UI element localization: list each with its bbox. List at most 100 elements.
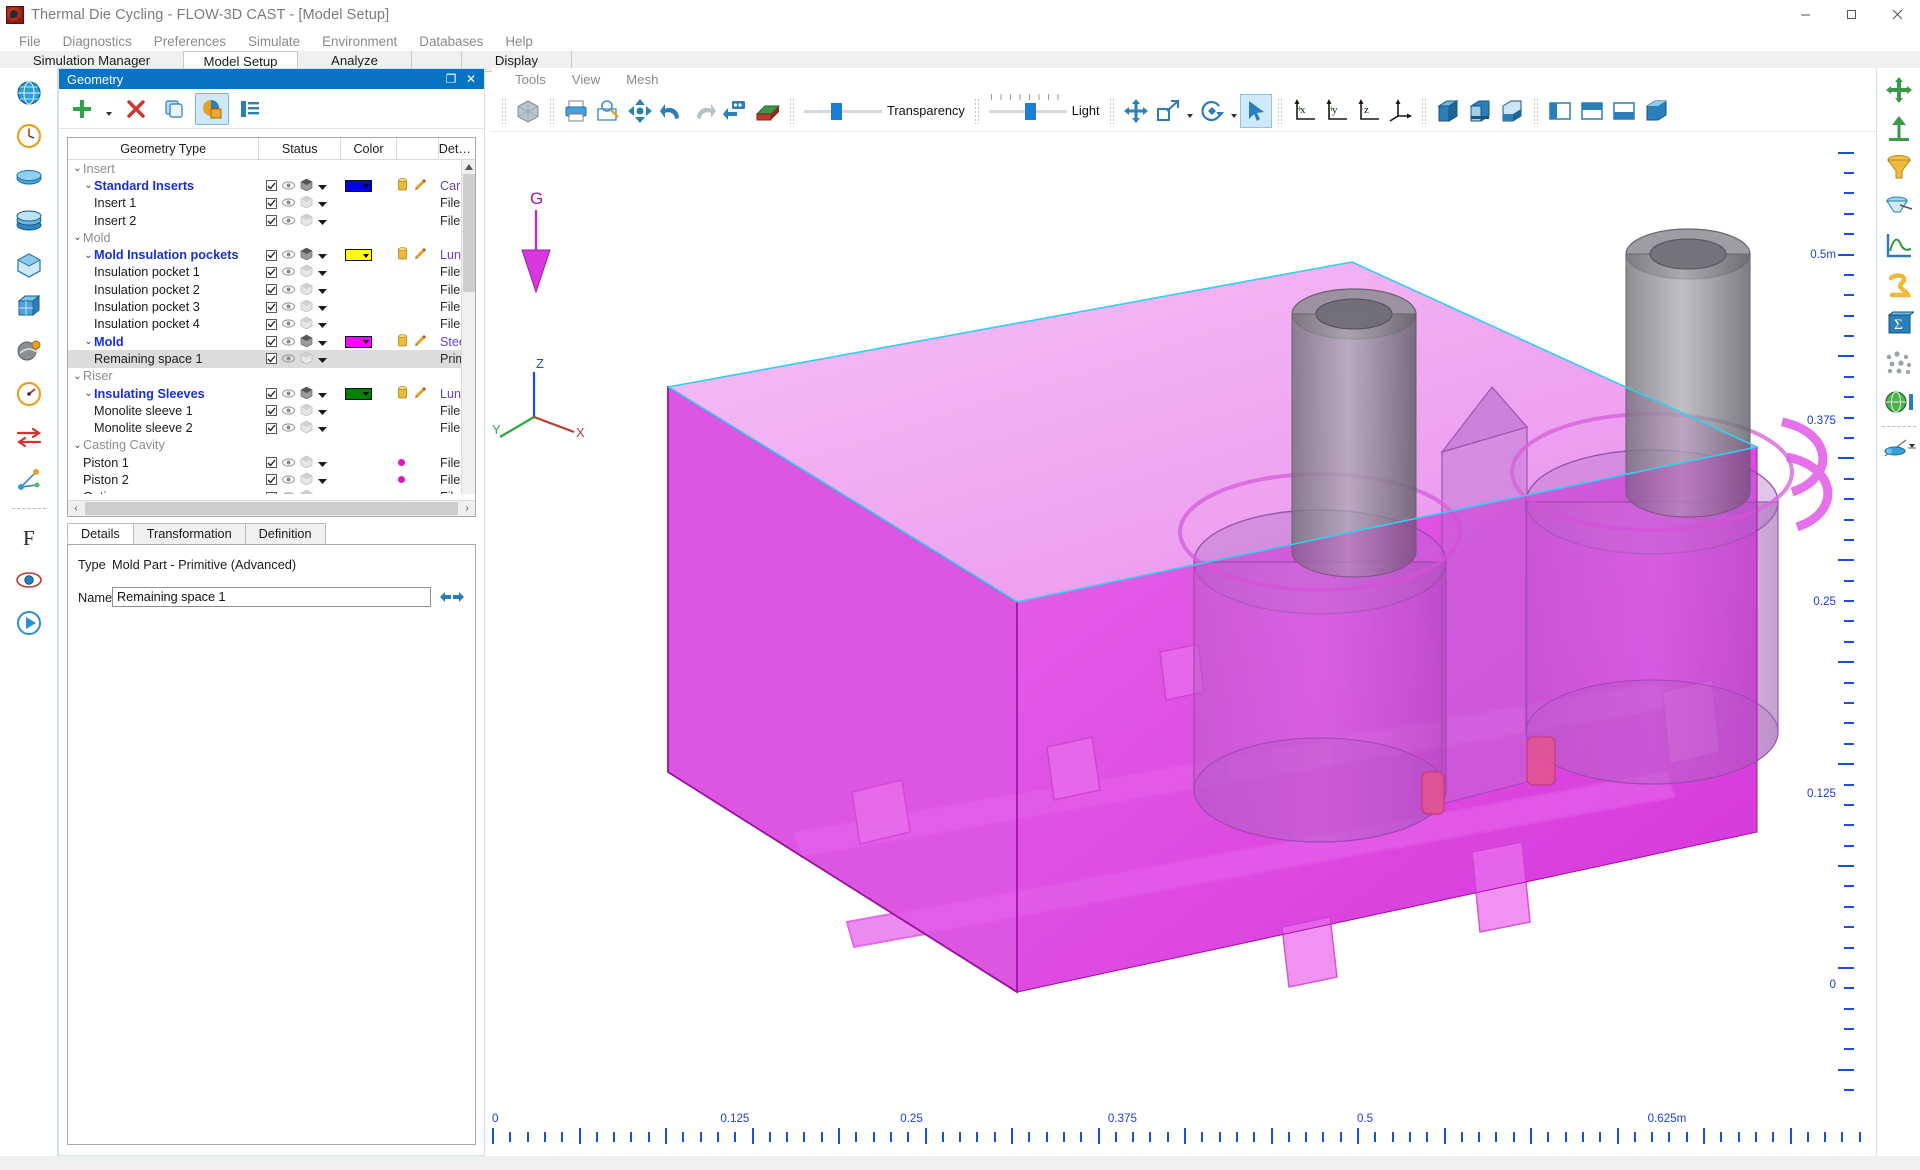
solid-cube-icon[interactable]: [300, 334, 313, 350]
solid-cube-icon[interactable]: [300, 299, 313, 315]
tree-row-checkbox[interactable]: [266, 353, 277, 364]
tree-row-checkbox[interactable]: [266, 250, 277, 261]
rail-arrows-icon[interactable]: [10, 418, 48, 456]
solid-cube-icon[interactable]: [300, 316, 313, 332]
menu-preferences[interactable]: Preferences: [143, 32, 237, 51]
tree-scroll-left-button[interactable]: ‹: [68, 503, 84, 514]
tree-row-checkbox[interactable]: [266, 302, 277, 313]
visibility-eye-icon[interactable]: [282, 490, 295, 494]
chevron-down-icon[interactable]: [318, 421, 327, 435]
rail-fluid-icon[interactable]: [10, 160, 48, 198]
tree-row-checkbox[interactable]: [266, 198, 277, 209]
clip-button[interactable]: [752, 94, 784, 128]
select-button[interactable]: [1240, 94, 1272, 128]
pan-button[interactable]: [1120, 94, 1152, 128]
tree-row[interactable]: Piston 1File: Pisto: [68, 454, 461, 471]
fit-view-button[interactable]: [624, 94, 656, 128]
rrail-pour-icon[interactable]: [1881, 189, 1917, 225]
tree-row-checkbox[interactable]: [266, 319, 277, 330]
properties-button[interactable]: [233, 93, 267, 125]
toolbar-grip-4[interactable]: [974, 98, 980, 124]
rail-ball-icon[interactable]: [10, 332, 48, 370]
color-swatch[interactable]: [345, 249, 372, 261]
visibility-eye-icon[interactable]: [282, 404, 295, 418]
tree-scroll-up-button[interactable]: [462, 160, 475, 174]
tree-row[interactable]: ⌄Mold Insulation pocketsLungen (I: [68, 246, 461, 263]
tree-row-color[interactable]: [342, 388, 398, 400]
add-geometry-caret[interactable]: [103, 93, 115, 125]
chevron-down-icon[interactable]: ⌄: [72, 163, 83, 174]
3d-scene[interactable]: G Z Y X: [492, 132, 1876, 1170]
shade-section-button[interactable]: [1464, 94, 1496, 128]
rail-clock-icon[interactable]: [10, 117, 48, 155]
chevron-down-icon[interactable]: ⌄: [72, 232, 83, 243]
tree-row[interactable]: Insulation pocket 4File: Insul: [68, 316, 461, 333]
tree-horizontal-scrollbar[interactable]: ‹ ›: [68, 500, 475, 516]
view-box-1-button[interactable]: [1544, 94, 1576, 128]
rail-geometry-icon[interactable]: [10, 246, 48, 284]
color-swatch[interactable]: [345, 388, 372, 400]
tree-hscroll-thumb[interactable]: [85, 502, 458, 515]
viewport-menu-mesh[interactable]: Mesh: [613, 72, 671, 87]
chevron-down-icon[interactable]: [318, 456, 327, 470]
visibility-eye-icon[interactable]: [282, 196, 295, 210]
rrail-import-icon[interactable]: [1881, 111, 1917, 147]
solid-cube-icon[interactable]: [300, 472, 313, 488]
tree-row[interactable]: Remaining space 1Primitive: [68, 350, 461, 367]
tree-scroll-right-button[interactable]: ›: [459, 503, 475, 514]
view-box-2-button[interactable]: [1576, 94, 1608, 128]
zoom-box-button[interactable]: [1152, 94, 1184, 128]
solid-cube-icon[interactable]: [300, 178, 313, 194]
solid-cube-icon[interactable]: [300, 386, 313, 402]
view-box-3-button[interactable]: [1608, 94, 1640, 128]
visibility-eye-icon[interactable]: [282, 300, 295, 314]
view-plus-y-button[interactable]: y+: [1320, 94, 1352, 128]
tree-row[interactable]: ⌄Casting Cavity: [68, 437, 461, 454]
visibility-eye-icon[interactable]: [282, 214, 295, 228]
toolbar-grip-6[interactable]: [1277, 98, 1283, 124]
name-input[interactable]: [112, 587, 431, 607]
solid-cube-icon[interactable]: [300, 195, 313, 211]
tree-vertical-scrollbar[interactable]: [461, 160, 475, 494]
tree-row[interactable]: Piston 2File: Pisto: [68, 471, 461, 488]
geometry-tree[interactable]: Geometry Type Status Color Det… ⌄Insert⌄…: [67, 137, 476, 517]
rrail-chart-icon[interactable]: [1881, 228, 1917, 264]
rrail-globe-icon[interactable]: [1881, 384, 1917, 420]
tree-row[interactable]: Insulation pocket 1File: Insul: [68, 264, 461, 281]
undo-button[interactable]: [656, 94, 688, 128]
tree-scroll-thumb[interactable]: [463, 174, 475, 292]
tree-row-checkbox[interactable]: [266, 423, 277, 434]
solid-cube-icon[interactable]: [300, 489, 313, 494]
material-can-icon[interactable]: [398, 247, 407, 263]
menu-simulate[interactable]: Simulate: [237, 32, 311, 51]
color-swatch[interactable]: [345, 336, 372, 348]
add-geometry-button[interactable]: [65, 93, 99, 125]
solid-cube-icon[interactable]: [300, 455, 313, 471]
chevron-down-icon[interactable]: [318, 179, 327, 193]
rotate-caret[interactable]: [1228, 95, 1240, 127]
chevron-down-icon[interactable]: [318, 248, 327, 262]
chevron-down-icon[interactable]: [318, 283, 327, 297]
tree-row[interactable]: ⌄Insulating SleevesLungen (I: [68, 385, 461, 402]
chevron-down-icon[interactable]: ⌄: [72, 440, 83, 451]
tree-row[interactable]: Insert 1File: Inser: [68, 195, 461, 212]
color-swatch[interactable]: [345, 180, 372, 192]
visibility-eye-icon[interactable]: [282, 265, 295, 279]
chevron-down-icon[interactable]: [318, 317, 327, 331]
tree-row-checkbox[interactable]: [266, 405, 277, 416]
toolbar-grip-8[interactable]: [1533, 98, 1539, 124]
tree-row-checkbox[interactable]: [266, 284, 277, 295]
tree-row[interactable]: Insulation pocket 2File: Insul: [68, 281, 461, 298]
visibility-eye-icon[interactable]: [282, 421, 295, 435]
visibility-eye-icon[interactable]: [282, 387, 295, 401]
edit-pencil-icon[interactable]: [414, 334, 427, 350]
material-can-icon[interactable]: [398, 334, 407, 350]
material-can-icon[interactable]: [398, 386, 407, 402]
tab-transformation[interactable]: Transformation: [133, 523, 246, 544]
menu-help[interactable]: Help: [494, 32, 544, 51]
visibility-eye-icon[interactable]: [282, 352, 295, 366]
tree-row[interactable]: Monolite sleeve 1File: Mon: [68, 402, 461, 419]
visibility-eye-icon[interactable]: [282, 179, 295, 193]
menu-diagnostics[interactable]: Diagnostics: [52, 32, 143, 51]
zoom-box-caret[interactable]: [1184, 95, 1196, 127]
